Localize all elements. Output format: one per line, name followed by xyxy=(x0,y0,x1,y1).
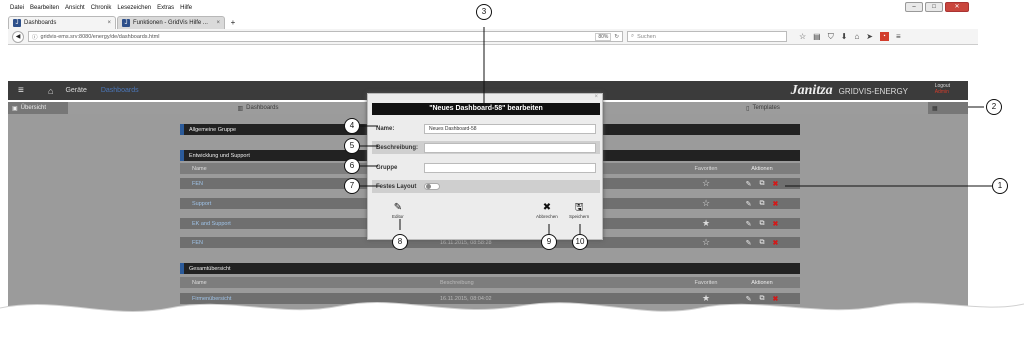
callout-4: 4 xyxy=(344,118,360,134)
callout-6: 6 xyxy=(344,158,360,174)
callout-9: 9 xyxy=(541,234,557,250)
callout-5: 5 xyxy=(344,138,360,154)
callout-2: 2 xyxy=(986,99,1002,115)
callout-7: 7 xyxy=(344,178,360,194)
callout-8: 8 xyxy=(392,234,408,250)
callout-1: 1 xyxy=(992,178,1008,194)
callout-lines xyxy=(360,27,992,235)
callout-3: 3 xyxy=(476,4,492,20)
callout-10: 10 xyxy=(572,234,588,250)
